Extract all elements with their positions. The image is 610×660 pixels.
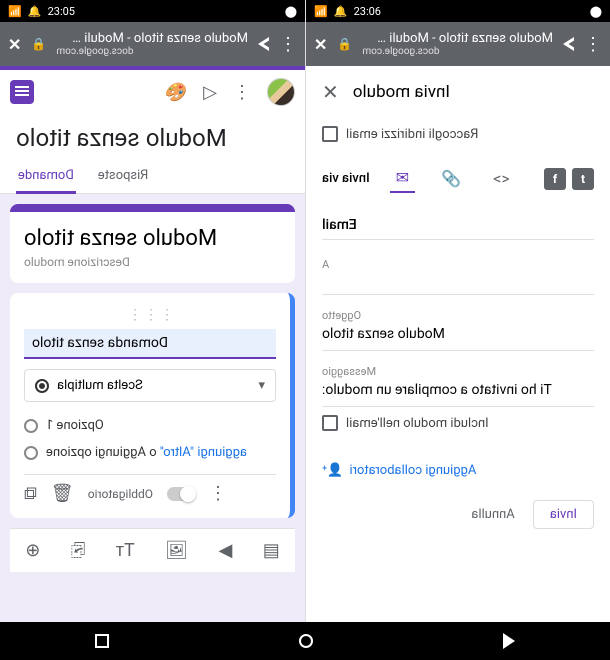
checkbox-icon[interactable] (322, 126, 338, 142)
page-url: docs.google.com (362, 46, 553, 57)
send-button[interactable]: Invia (533, 500, 594, 529)
page-url: docs.google.com (56, 46, 248, 57)
menu-icon[interactable]: ⋮ (279, 34, 297, 55)
card-desc[interactable]: Descrizione modulo (24, 255, 281, 269)
question-card[interactable]: ⋮⋮⋮ Domanda senza titolo ▾ Scelta multip… (10, 293, 295, 518)
avatar[interactable] (267, 78, 295, 106)
lock-icon: 🔒 (31, 37, 46, 51)
section-icon[interactable]: ▤ (263, 540, 280, 561)
tab-questions[interactable]: Domande (16, 162, 76, 194)
status-bar: ⬤ 📶🔔23:05 (0, 0, 305, 22)
facebook-icon[interactable]: f (544, 168, 566, 190)
send-dialog: Invia modulo ✕ Raccogli indirizzi email … (306, 66, 610, 622)
person-add-icon: 👤⁺ (322, 463, 343, 478)
send-via-row: t f <> 🔗 ✉ Invia via (322, 156, 594, 201)
nav-home-icon[interactable] (299, 634, 313, 648)
title-card[interactable]: Modulo senza titolo Descrizione modulo (10, 204, 295, 283)
embed-icon[interactable]: <> (487, 165, 516, 192)
required-toggle[interactable] (167, 487, 195, 501)
close-tab-icon[interactable]: ✕ (314, 35, 327, 54)
tab-responses[interactable]: Risposte (96, 162, 150, 193)
lock-icon: 🔒 (337, 37, 352, 51)
menu-icon[interactable]: ⋮ (584, 34, 602, 55)
message-label: Messaggio (322, 351, 594, 380)
share-icon[interactable] (563, 37, 574, 51)
palette-icon[interactable]: 🎨 (165, 82, 187, 103)
dialog-title: Invia modulo (353, 82, 450, 102)
close-tab-icon[interactable]: ✕ (8, 35, 21, 54)
required-label: Obbligatorio (88, 487, 153, 501)
add-question-icon[interactable]: ⊕ (25, 540, 40, 561)
collect-emails-row[interactable]: Raccogli indirizzi email (322, 118, 594, 156)
import-icon[interactable]: ⎘ (71, 540, 85, 561)
email-icon[interactable]: ✉ (390, 164, 415, 193)
include-form-row[interactable]: Includi modulo nell'email (322, 407, 594, 445)
option-row[interactable]: Opzione 1 (24, 412, 276, 439)
page-title: Modulo senza titolo - Moduli … (362, 31, 553, 46)
browser-chrome: ⋮ Modulo senza titolo - Moduli … docs.go… (306, 22, 610, 66)
add-toolbar: ▤ ▶ 🖼 Tᴛ ⎘ ⊕ (10, 528, 295, 572)
trash-icon[interactable]: 🗑 (51, 483, 74, 504)
image-icon[interactable]: 🖼 (165, 540, 188, 561)
to-label: A (322, 244, 594, 273)
radio-icon (24, 446, 38, 460)
radio-icon (24, 419, 38, 433)
send-via-label: Invia via (322, 171, 370, 186)
question-footer: ⋮ Obbligatorio 🗑 ⧉ (24, 474, 276, 504)
card-title[interactable]: Modulo senza titolo (24, 226, 281, 251)
drag-handle-icon[interactable]: ⋮⋮⋮ (24, 307, 276, 323)
android-nav-bar (0, 622, 610, 660)
checkbox-icon[interactable] (322, 415, 338, 431)
close-icon[interactable]: ✕ (322, 80, 339, 104)
browser-chrome: ⋮ Modulo senza titolo - Moduli … docs.go… (0, 22, 305, 66)
radio-icon (35, 379, 49, 393)
page-title: Modulo senza titolo - Moduli … (56, 31, 248, 46)
to-field[interactable] (322, 273, 594, 295)
status-bar: ⬤ 📶🔔23:06 (306, 0, 610, 22)
tabs: Risposte Domande (0, 156, 305, 194)
forms-logo-icon[interactable] (10, 80, 34, 104)
twitter-icon[interactable]: t (572, 168, 594, 190)
chevron-down-icon: ▾ (258, 378, 265, 393)
video-icon[interactable]: ▶ (218, 540, 232, 561)
form-title[interactable]: Modulo senza titolo (0, 114, 305, 156)
copy-icon[interactable]: ⧉ (24, 483, 37, 504)
text-icon[interactable]: Tᴛ (116, 540, 135, 561)
more-icon[interactable]: ⋮ (233, 82, 251, 103)
link-icon[interactable]: 🔗 (435, 165, 467, 192)
editor-toolbar: ⋮ ◁ 🎨 (0, 70, 305, 114)
nav-recent-icon[interactable] (95, 634, 109, 648)
subject-label: Oggetto (322, 295, 594, 324)
subject-field[interactable]: Modulo senza titolo (322, 324, 594, 351)
send-icon[interactable]: ◁ (203, 82, 217, 103)
email-section: Email (322, 201, 594, 240)
message-field[interactable]: Ti ho invitato a compilare un modulo: (322, 380, 594, 407)
more-icon[interactable]: ⋮ (209, 483, 227, 504)
cancel-button[interactable]: Annulla (471, 507, 514, 522)
nav-back-icon[interactable] (503, 633, 515, 649)
add-other-link[interactable]: aggiungi "Altro" (160, 445, 247, 460)
share-icon[interactable] (258, 37, 269, 51)
add-option-row[interactable]: aggiungi "Altro" o Aggiungi opzione (24, 439, 276, 466)
add-collaborators-link[interactable]: Aggiungi collaboratori 👤⁺ (322, 445, 594, 496)
form-canvas: Modulo senza titolo Descrizione modulo ⋮… (0, 194, 305, 622)
question-type-select[interactable]: ▾ Scelta multipla (24, 369, 276, 402)
question-title-input[interactable]: Domanda senza titolo (24, 329, 276, 359)
